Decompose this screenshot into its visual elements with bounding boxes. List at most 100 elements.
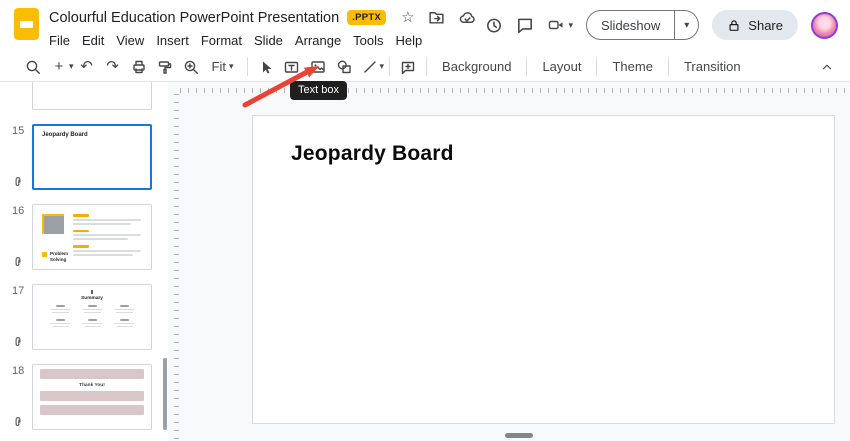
version-history-icon[interactable] bbox=[485, 16, 503, 34]
text-line bbox=[51, 311, 69, 313]
slide-title-text[interactable]: Jeopardy Board bbox=[291, 142, 454, 166]
text-line bbox=[50, 322, 70, 324]
text-line bbox=[87, 319, 97, 321]
paperclip-icon bbox=[15, 177, 21, 186]
insert-shape-button[interactable] bbox=[331, 55, 357, 79]
toolbar: + ▾ ↶ ↷ Fit ▾ ▾ Background Layout Theme … bbox=[0, 52, 850, 82]
horizontal-scrollbar[interactable] bbox=[505, 433, 533, 438]
menu-tools[interactable]: Tools bbox=[347, 31, 389, 50]
video-camera-icon bbox=[549, 20, 563, 30]
chevron-down-icon: ▾ bbox=[568, 19, 573, 30]
paperclip-icon bbox=[15, 257, 21, 266]
thumb-17-title: Summary bbox=[81, 296, 103, 301]
paint-format-button[interactable] bbox=[152, 55, 178, 79]
paperclip-icon bbox=[15, 417, 21, 426]
slide-thumbnail-15[interactable]: Jeopardy Board bbox=[32, 124, 152, 190]
text-line bbox=[83, 325, 101, 327]
star-icon[interactable]: ☆ bbox=[401, 10, 414, 25]
slide-number: 17 bbox=[12, 285, 25, 297]
slide-meta-column: 18 bbox=[6, 364, 32, 430]
menu-file[interactable]: File bbox=[43, 31, 76, 50]
menu-help[interactable]: Help bbox=[390, 31, 429, 50]
title-icons: ☆ bbox=[401, 9, 475, 26]
menu-view[interactable]: View bbox=[110, 31, 150, 50]
zoom-fit-dropdown[interactable]: Fit ▾ bbox=[204, 55, 242, 79]
slides-logo[interactable] bbox=[14, 8, 39, 40]
ruler-ticks bbox=[174, 94, 179, 441]
share-button[interactable]: Share bbox=[712, 10, 798, 40]
menu-arrange[interactable]: Arrange bbox=[289, 31, 347, 50]
search-menus-icon[interactable] bbox=[20, 55, 46, 79]
menu-insert[interactable]: Insert bbox=[150, 31, 195, 50]
slide-row-15: 15 Jeopardy Board bbox=[6, 124, 168, 190]
thumb-17-content: Summary bbox=[33, 285, 151, 327]
move-folder-icon[interactable] bbox=[428, 9, 445, 26]
new-slide-dropdown[interactable]: ▾ bbox=[69, 61, 74, 72]
layout-button[interactable]: Layout bbox=[532, 55, 591, 79]
slide-row-18: 18 Thank You! bbox=[6, 364, 168, 430]
slide-thumbnail-16[interactable]: Problem Solving bbox=[32, 204, 152, 270]
slideshow-label: Slideshow bbox=[601, 17, 661, 33]
slide-thumbnail-18[interactable]: Thank You! bbox=[32, 364, 152, 430]
meet-button[interactable]: ▾ bbox=[547, 17, 573, 33]
slide-thumbnail-17[interactable]: Summary bbox=[32, 284, 152, 350]
toolbar-divider bbox=[667, 57, 669, 76]
text-line bbox=[50, 308, 70, 310]
decorative-bar bbox=[40, 405, 144, 415]
text-line bbox=[73, 222, 131, 225]
text-line bbox=[83, 311, 101, 313]
text-line bbox=[73, 229, 89, 232]
redo-button[interactable]: ↷ bbox=[100, 55, 126, 79]
transition-button[interactable]: Transition bbox=[674, 55, 751, 79]
text-line bbox=[119, 305, 129, 307]
slideshow-button[interactable]: Slideshow ▾ bbox=[586, 10, 700, 40]
cloud-saved-icon[interactable] bbox=[458, 9, 476, 26]
comments-icon[interactable] bbox=[516, 16, 534, 34]
slide-row-14 bbox=[6, 82, 168, 110]
toolbar-divider bbox=[596, 57, 598, 76]
account-avatar[interactable] bbox=[811, 11, 838, 39]
line-dropdown[interactable]: ▾ bbox=[380, 61, 385, 72]
background-button[interactable]: Background bbox=[432, 55, 521, 79]
menu-format[interactable]: Format bbox=[195, 31, 248, 50]
chevron-down-icon: ▾ bbox=[684, 19, 690, 31]
thumb-16-title: Problem Solving bbox=[50, 251, 69, 263]
slideshow-dropdown[interactable]: ▾ bbox=[675, 20, 698, 31]
insert-comment-button[interactable] bbox=[395, 55, 421, 79]
text-box-tool-button[interactable] bbox=[279, 55, 305, 79]
undo-button[interactable]: ↶ bbox=[74, 55, 100, 79]
filmstrip-list: 15 Jeopardy Board 16 Problem Solving 17 … bbox=[0, 82, 168, 430]
menu-edit[interactable]: Edit bbox=[76, 31, 110, 50]
header: Colourful Education PowerPoint Presentat… bbox=[0, 0, 850, 52]
slide-thumbnail-14[interactable] bbox=[32, 82, 152, 110]
theme-button[interactable]: Theme bbox=[602, 55, 662, 79]
toolbar-divider bbox=[246, 57, 248, 76]
text-line bbox=[115, 325, 133, 327]
filmstrip-scrollbar[interactable] bbox=[163, 358, 167, 430]
text-line bbox=[55, 305, 65, 307]
decorative-bar bbox=[40, 391, 144, 401]
slide-canvas[interactable]: Jeopardy Board bbox=[252, 115, 835, 424]
toolbar-divider bbox=[526, 57, 528, 76]
slide-meta-column: 16 bbox=[6, 204, 32, 270]
zoom-fit-label: Fit bbox=[211, 59, 226, 74]
zoom-button[interactable] bbox=[178, 55, 204, 79]
print-button[interactable] bbox=[126, 55, 152, 79]
ruler-ticks bbox=[180, 88, 850, 93]
pptx-badge: .PPTX bbox=[347, 10, 387, 25]
text-line bbox=[73, 245, 89, 248]
select-tool-button[interactable] bbox=[253, 55, 279, 79]
slide-number: 16 bbox=[12, 205, 25, 217]
text-line bbox=[87, 305, 97, 307]
text-line bbox=[73, 218, 141, 221]
lock-icon bbox=[729, 19, 739, 31]
insert-image-button[interactable] bbox=[305, 55, 331, 79]
header-actions: ▾ Slideshow ▾ Share bbox=[485, 10, 838, 40]
menu-slide[interactable]: Slide bbox=[248, 31, 289, 50]
text-line bbox=[114, 308, 134, 310]
document-title[interactable]: Colourful Education PowerPoint Presentat… bbox=[49, 10, 339, 26]
decorative-bar bbox=[40, 369, 144, 379]
text-line bbox=[73, 238, 128, 240]
collapse-toolbar-button[interactable] bbox=[814, 55, 840, 79]
text-line bbox=[114, 322, 134, 324]
